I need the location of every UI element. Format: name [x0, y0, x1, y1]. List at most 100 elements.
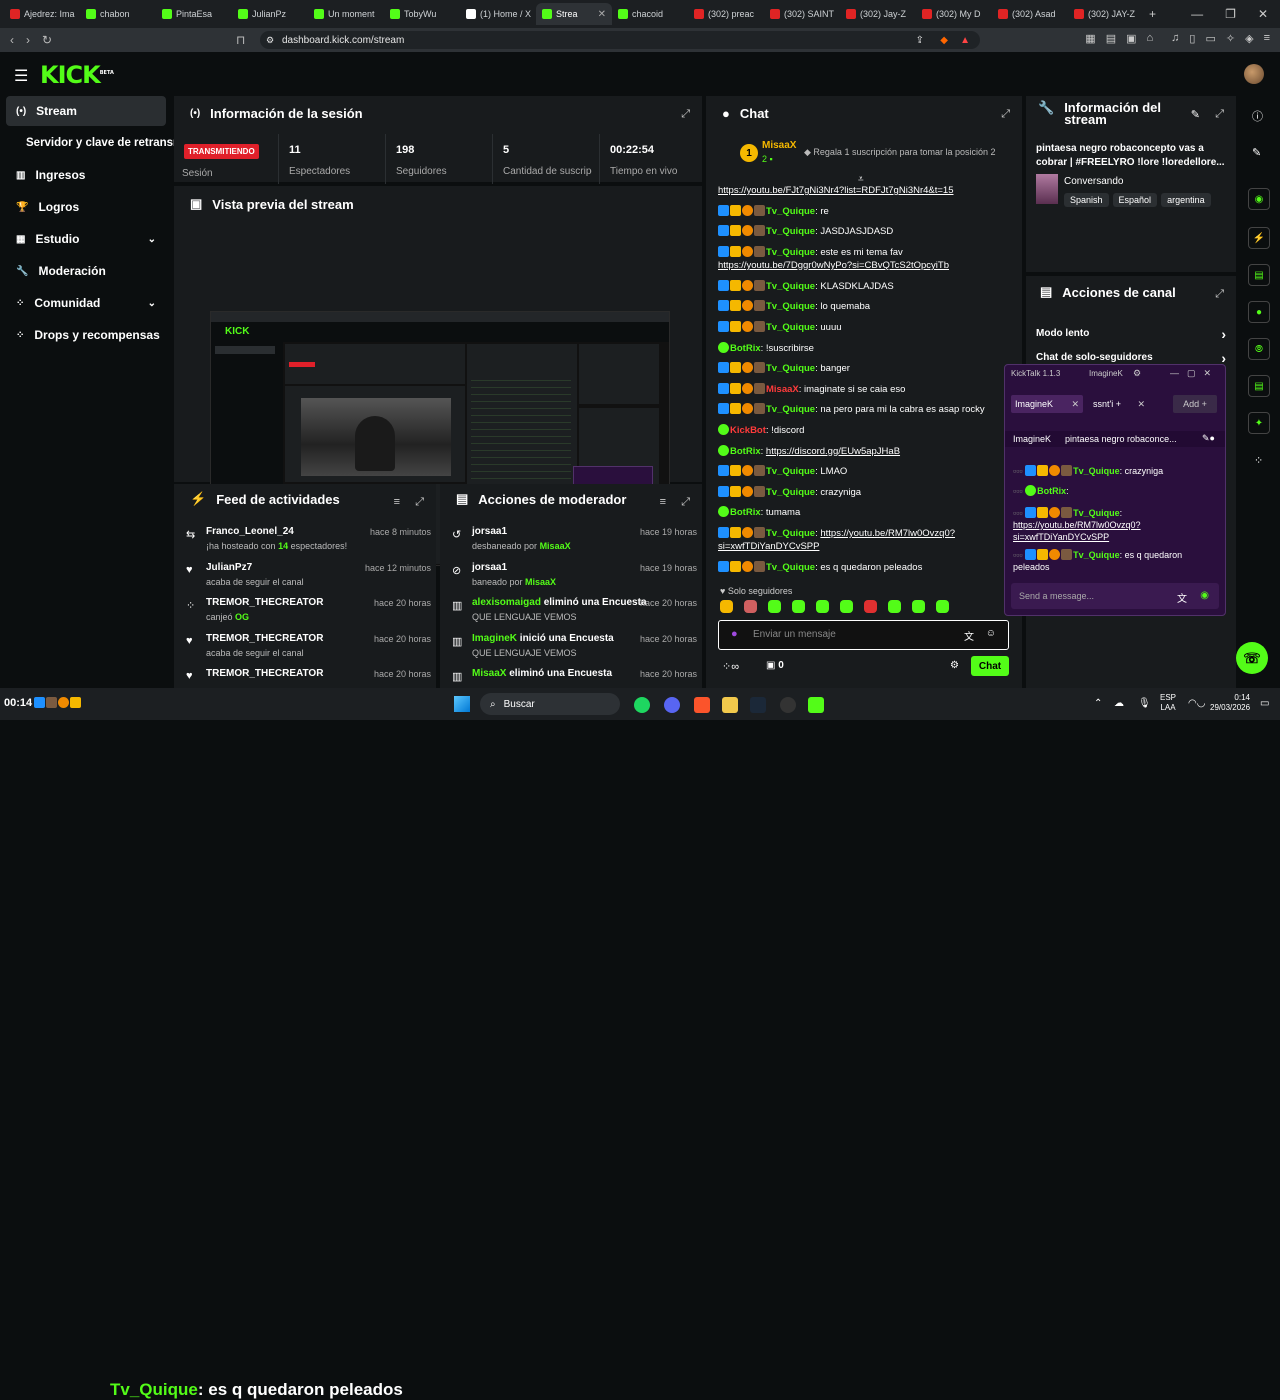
- category-name[interactable]: Conversando: [1064, 176, 1123, 187]
- chat-message[interactable]: Tv_Quique: este es mi tema fav https://yo…: [718, 245, 1014, 272]
- user-avatar[interactable]: [1244, 64, 1264, 84]
- emote-icon[interactable]: [816, 600, 829, 613]
- filter-icon[interactable]: ≡: [660, 496, 666, 508]
- close-tab-icon[interactable]: ✕: [598, 9, 606, 20]
- chat-message[interactable]: Tv_Quique: KLASDKLAJDAS: [718, 279, 1014, 293]
- kicktalk-account[interactable]: ImagineK: [1089, 369, 1123, 378]
- sidebar-toggle-icon[interactable]: ▯: [1189, 32, 1195, 45]
- feed-item[interactable]: ⁘ TREMOR_THECREATOR canjeó OG hace 20 horas: [186, 595, 431, 631]
- kicktalk-message-input[interactable]: Send a message... 文 ◉: [1011, 583, 1219, 609]
- browser-tab[interactable]: (302) JAY-Z: [1068, 3, 1144, 25]
- expand-icon[interactable]: ⤢: [1001, 108, 1010, 121]
- top-gifter-name[interactable]: MisaaX: [762, 140, 796, 151]
- folder-icon[interactable]: [722, 697, 738, 713]
- clipboard-icon[interactable]: ▤: [1248, 264, 1270, 286]
- chevron-down-icon[interactable]: ⌄: [148, 234, 156, 245]
- browser-tab[interactable]: Strea ✕: [536, 3, 612, 25]
- kicktalk-add-button[interactable]: Add +: [1173, 395, 1217, 413]
- sidebar-item-0[interactable]: (•) Stream: [6, 96, 166, 126]
- browser-tab[interactable]: (1) Home / X: [460, 3, 536, 25]
- chat-message[interactable]: Tv_Quique: lo quemaba: [718, 300, 1014, 313]
- broadcast-icon[interactable]: ⦾: [1248, 338, 1270, 360]
- brave-icon[interactable]: [694, 697, 710, 713]
- mod-action-item[interactable]: ⊘ jorsaa1 baneado por MisaaX hace 19 horas: [452, 560, 697, 596]
- close-icon[interactable]: ✕: [1137, 399, 1145, 410]
- chat-message[interactable]: Tv_Quique: re: [718, 204, 1014, 218]
- discord-icon[interactable]: [664, 697, 680, 713]
- reload-icon[interactable]: ↻: [42, 33, 52, 47]
- spotify-icon[interactable]: [634, 697, 650, 713]
- chat-message[interactable]: Tv_Quique: https://youtu.be/RM7lw0Ovzq0?…: [718, 527, 1014, 553]
- send-chat-button[interactable]: Chat: [971, 656, 1009, 676]
- browser-tab[interactable]: (302) Asad: [992, 3, 1068, 25]
- expand-icon[interactable]: ⤢: [681, 108, 690, 121]
- category-thumbnail[interactable]: [1036, 174, 1058, 204]
- chevron-right-icon[interactable]: ›: [1221, 326, 1226, 342]
- browser-tab[interactable]: TobyWu: [384, 3, 460, 25]
- chat-message[interactable]: Tv_Quique: crazyniga: [718, 485, 1014, 499]
- stream-tag[interactable]: Español: [1112, 193, 1158, 207]
- emote-icon[interactable]: [888, 600, 901, 613]
- kicktalk-tab[interactable]: ssnt'i + ✕: [1089, 395, 1149, 413]
- chat-message[interactable]: Tv_Quique: banger: [718, 362, 1014, 375]
- message-actions-icon[interactable]: ▫▫▫: [1013, 486, 1025, 496]
- chat-message[interactable]: MisaaX: imaginate si se caia eso: [718, 382, 1014, 396]
- kicktalk-message[interactable]: ▫▫▫ Tv_Quique: https://youtu.be/RM7lw0Ov…: [1013, 507, 1219, 543]
- hamburger-menu-icon[interactable]: ☰: [14, 66, 28, 86]
- channel-action-item[interactable]: Chat de solo-seguidores ›: [1036, 350, 1226, 366]
- chat-message[interactable]: Tv_Quique: uuuu: [718, 321, 1014, 334]
- emote-icon[interactable]: [792, 600, 805, 613]
- emote-icon[interactable]: [936, 600, 949, 613]
- taskbar-search[interactable]: ⌕ Buscar: [480, 693, 620, 715]
- kicktalk-message[interactable]: ▫▫▫ Tv_Quique: crazyniga: [1013, 465, 1219, 477]
- sidebar-item-7[interactable]: ⁘ Drops y recompensas: [6, 320, 166, 350]
- system-clock[interactable]: 0:14 29/03/2026: [1210, 693, 1250, 713]
- steam-icon[interactable]: [750, 697, 766, 713]
- onedrive-icon[interactable]: ☁: [1114, 698, 1124, 709]
- expand-icon[interactable]: ⤢: [415, 496, 424, 509]
- brave-shield-icon[interactable]: ◆: [940, 35, 948, 46]
- edit-icon[interactable]: ✎: [1191, 108, 1200, 121]
- extension-icon[interactable]: ▦: [1085, 32, 1095, 45]
- url-field[interactable]: ⚙ dashboard.kick.com/stream ⇪ ◆ ▲: [260, 31, 980, 49]
- camera-icon[interactable]: ◉: [1248, 188, 1270, 210]
- sidebar-item-3[interactable]: 🏆 Logros: [6, 192, 166, 222]
- chat-icon[interactable]: ●: [1248, 301, 1270, 323]
- chat-message[interactable]: Tv_Quique: LMAO: [718, 465, 1014, 478]
- emote-icon[interactable]: [840, 600, 853, 613]
- close-icon[interactable]: ✕: [1258, 7, 1268, 21]
- emote-icon[interactable]: [912, 600, 925, 613]
- tray-chevron-icon[interactable]: ⌃: [1094, 698, 1102, 709]
- chat-message[interactable]: KickBot: !discord: [718, 424, 1014, 437]
- browser-tab[interactable]: Un moment: [308, 3, 384, 25]
- mic-icon[interactable]: ●: [731, 628, 738, 640]
- browser-tab[interactable]: (302) Jay-Z: [840, 3, 916, 25]
- feed-item[interactable]: ⇆ Franco_Leonel_24 ¡ha hosteado con 14 esp…: [186, 524, 431, 560]
- extension-icon[interactable]: ⌂: [1147, 32, 1154, 45]
- expand-icon[interactable]: ⤢: [681, 496, 690, 509]
- sidebar-item-4[interactable]: ▦ Estudio ⌄: [6, 224, 166, 254]
- emote-icon[interactable]: [768, 600, 781, 613]
- edit-icon[interactable]: ✎: [1252, 146, 1261, 159]
- emote-icon[interactable]: [864, 600, 877, 613]
- mod-action-item[interactable]: ▥ ImagineK inició una Encuesta QUE LENGUAJ…: [452, 631, 697, 667]
- extension-icon[interactable]: ▤: [1106, 32, 1116, 45]
- wifi-icon[interactable]: ◠◡: [1188, 698, 1205, 709]
- message-actions-icon[interactable]: ▫▫▫: [1013, 550, 1025, 560]
- emote-icon[interactable]: [720, 600, 733, 613]
- info-icon[interactable]: ⓘ: [1252, 108, 1263, 124]
- filter-icon[interactable]: ≡: [394, 496, 400, 508]
- chevron-down-icon[interactable]: ⌄: [148, 298, 156, 309]
- site-info-icon[interactable]: ⚙: [266, 35, 274, 46]
- lightning-icon[interactable]: ⚡: [1248, 227, 1270, 249]
- message-actions-icon[interactable]: ▫▫▫: [1013, 508, 1025, 518]
- menu-icon[interactable]: ≡: [1264, 32, 1270, 45]
- maximize-icon[interactable]: ❐: [1225, 7, 1236, 21]
- channel-action-item[interactable]: Modo lento ›: [1036, 326, 1226, 342]
- kick-icon[interactable]: [808, 697, 824, 713]
- kicktalk-tab[interactable]: ImagineK ✕: [1011, 395, 1083, 413]
- sidebar-item-6[interactable]: ⁘ Comunidad ⌄: [6, 288, 166, 318]
- bookmark-icon[interactable]: ⊓: [236, 33, 245, 47]
- chat-message[interactable]: BotRix: tumama: [718, 506, 1014, 519]
- leo-icon[interactable]: ✧: [1226, 32, 1235, 45]
